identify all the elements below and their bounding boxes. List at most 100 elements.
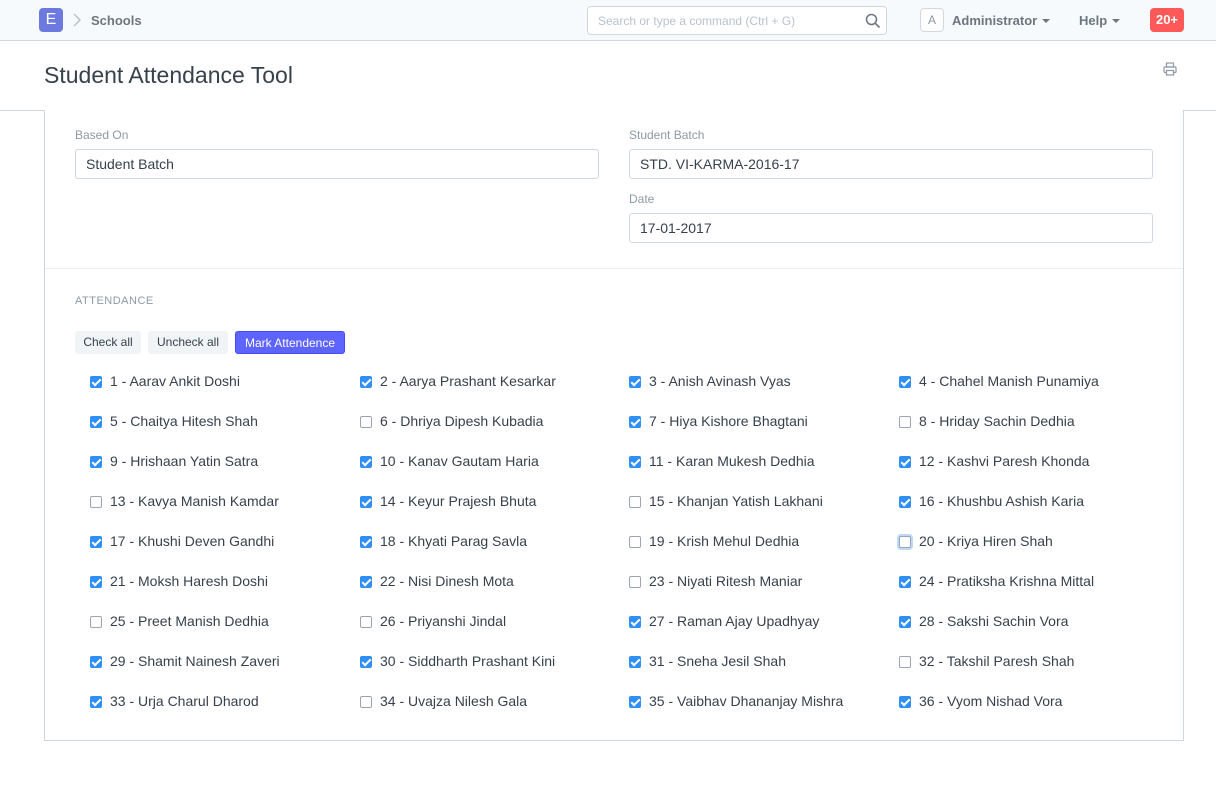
student-checkbox[interactable] bbox=[899, 536, 911, 548]
student-attendance-item[interactable]: 14 - Keyur Prajesh Bhuta bbox=[360, 482, 620, 522]
breadcrumb-schools[interactable]: Schools bbox=[91, 13, 142, 28]
student-attendance-item[interactable]: 7 - Hiya Kishore Bhagtani bbox=[629, 402, 889, 442]
student-attendance-item[interactable]: 16 - Khushbu Ashish Karia bbox=[899, 482, 1159, 522]
student-attendance-item[interactable]: 28 - Sakshi Sachin Vora bbox=[899, 602, 1159, 642]
student-checkbox[interactable] bbox=[629, 576, 641, 588]
student-checkbox[interactable] bbox=[360, 656, 372, 668]
student-checkbox[interactable] bbox=[90, 376, 102, 388]
student-attendance-item[interactable]: 23 - Niyati Ritesh Maniar bbox=[629, 562, 889, 602]
student-checkbox[interactable] bbox=[90, 576, 102, 588]
student-attendance-item[interactable]: 17 - Khushi Deven Gandhi bbox=[90, 522, 350, 562]
student-checkbox[interactable] bbox=[899, 696, 911, 708]
student-attendance-item[interactable]: 32 - Takshil Paresh Shah bbox=[899, 642, 1159, 682]
student-checkbox[interactable] bbox=[90, 656, 102, 668]
student-checkbox[interactable] bbox=[899, 616, 911, 628]
student-name: 14 - Keyur Prajesh Bhuta bbox=[380, 493, 537, 509]
student-attendance-item[interactable]: 11 - Karan Mukesh Dedhia bbox=[629, 442, 889, 482]
student-checkbox[interactable] bbox=[629, 376, 641, 388]
help-menu[interactable]: Help bbox=[1079, 13, 1121, 28]
mark-attendance-button[interactable]: Mark Attendence bbox=[235, 331, 345, 354]
student-checkbox[interactable] bbox=[629, 496, 641, 508]
student-name: 25 - Preet Manish Dedhia bbox=[110, 613, 269, 629]
notifications-badge[interactable]: 20+ bbox=[1150, 8, 1184, 32]
student-name: 3 - Anish Avinash Vyas bbox=[649, 373, 791, 389]
student-checkbox[interactable] bbox=[629, 696, 641, 708]
student-attendance-item[interactable]: 12 - Kashvi Paresh Khonda bbox=[899, 442, 1159, 482]
student-checkbox[interactable] bbox=[629, 616, 641, 628]
check-all-button[interactable]: Check all bbox=[75, 331, 141, 354]
student-name: 8 - Hriday Sachin Dedhia bbox=[919, 413, 1075, 429]
student-checkbox[interactable] bbox=[90, 696, 102, 708]
student-attendance-item[interactable]: 29 - Shamit Nainesh Zaveri bbox=[90, 642, 350, 682]
print-icon[interactable] bbox=[1163, 62, 1177, 76]
student-checkbox[interactable] bbox=[360, 416, 372, 428]
uncheck-all-button[interactable]: Uncheck all bbox=[148, 331, 228, 354]
student-name: 5 - Chaitya Hitesh Shah bbox=[110, 413, 258, 429]
student-attendance-item[interactable]: 31 - Sneha Jesil Shah bbox=[629, 642, 889, 682]
attendance-grid: 1 - Aarav Ankit Doshi 2 - Aarya Prashant … bbox=[90, 362, 1170, 722]
student-name: 35 - Vaibhav Dhananjay Mishra bbox=[649, 693, 844, 709]
student-attendance-item[interactable]: 9 - Hrishaan Yatin Satra bbox=[90, 442, 350, 482]
student-checkbox[interactable] bbox=[90, 456, 102, 468]
student-attendance-item[interactable]: 15 - Khanjan Yatish Lakhani bbox=[629, 482, 889, 522]
student-name: 34 - Uvajza Nilesh Gala bbox=[380, 693, 528, 709]
student-checkbox[interactable] bbox=[360, 456, 372, 468]
user-menu[interactable]: Administrator bbox=[952, 13, 1051, 28]
student-checkbox[interactable] bbox=[360, 696, 372, 708]
student-attendance-item[interactable]: 34 - Uvajza Nilesh Gala bbox=[360, 682, 620, 722]
student-name: 7 - Hiya Kishore Bhagtani bbox=[649, 413, 808, 429]
avatar[interactable]: A bbox=[920, 8, 944, 32]
student-attendance-item[interactable]: 25 - Preet Manish Dedhia bbox=[90, 602, 350, 642]
date-field[interactable]: 17-01-2017 bbox=[629, 213, 1153, 243]
student-checkbox[interactable] bbox=[899, 656, 911, 668]
based-on-field[interactable]: Student Batch bbox=[75, 149, 599, 179]
student-attendance-item[interactable]: 18 - Khyati Parag Savla bbox=[360, 522, 620, 562]
student-checkbox[interactable] bbox=[90, 616, 102, 628]
student-checkbox[interactable] bbox=[629, 656, 641, 668]
student-batch-field[interactable]: STD. VI-KARMA-2016-17 bbox=[629, 149, 1153, 179]
student-attendance-item[interactable]: 35 - Vaibhav Dhananjay Mishra bbox=[629, 682, 889, 722]
student-checkbox[interactable] bbox=[360, 536, 372, 548]
student-checkbox[interactable] bbox=[629, 456, 641, 468]
student-name: 6 - Dhriya Dipesh Kubadia bbox=[380, 413, 544, 429]
student-attendance-item[interactable]: 36 - Vyom Nishad Vora bbox=[899, 682, 1159, 722]
student-attendance-item[interactable]: 21 - Moksh Haresh Doshi bbox=[90, 562, 350, 602]
student-attendance-item[interactable]: 26 - Priyanshi Jindal bbox=[360, 602, 620, 642]
student-checkbox[interactable] bbox=[360, 616, 372, 628]
student-attendance-item[interactable]: 24 - Pratiksha Krishna Mittal bbox=[899, 562, 1159, 602]
student-checkbox[interactable] bbox=[629, 536, 641, 548]
student-checkbox[interactable] bbox=[629, 416, 641, 428]
student-checkbox[interactable] bbox=[360, 576, 372, 588]
student-attendance-item[interactable]: 4 - Chahel Manish Punamiya bbox=[899, 362, 1159, 402]
student-attendance-item[interactable]: 6 - Dhriya Dipesh Kubadia bbox=[360, 402, 620, 442]
student-name: 13 - Kavya Manish Kamdar bbox=[110, 493, 279, 509]
student-name: 22 - Nisi Dinesh Mota bbox=[380, 573, 514, 589]
student-checkbox[interactable] bbox=[899, 456, 911, 468]
student-attendance-item[interactable]: 3 - Anish Avinash Vyas bbox=[629, 362, 889, 402]
search-input[interactable]: Search or type a command (Ctrl + G) bbox=[587, 6, 887, 35]
student-attendance-item[interactable]: 2 - Aarya Prashant Kesarkar bbox=[360, 362, 620, 402]
student-checkbox[interactable] bbox=[90, 536, 102, 548]
student-attendance-item[interactable]: 1 - Aarav Ankit Doshi bbox=[90, 362, 350, 402]
student-attendance-item[interactable]: 10 - Kanav Gautam Haria bbox=[360, 442, 620, 482]
student-attendance-item[interactable]: 20 - Kriya Hiren Shah bbox=[899, 522, 1159, 562]
app-logo[interactable]: E bbox=[39, 8, 63, 32]
student-attendance-item[interactable]: 8 - Hriday Sachin Dedhia bbox=[899, 402, 1159, 442]
student-checkbox[interactable] bbox=[899, 496, 911, 508]
student-attendance-item[interactable]: 27 - Raman Ajay Upadhyay bbox=[629, 602, 889, 642]
student-checkbox[interactable] bbox=[360, 376, 372, 388]
student-attendance-item[interactable]: 30 - Siddharth Prashant Kini bbox=[360, 642, 620, 682]
student-attendance-item[interactable]: 22 - Nisi Dinesh Mota bbox=[360, 562, 620, 602]
student-checkbox[interactable] bbox=[899, 416, 911, 428]
student-checkbox[interactable] bbox=[90, 416, 102, 428]
student-checkbox[interactable] bbox=[899, 576, 911, 588]
student-attendance-item[interactable]: 19 - Krish Mehul Dedhia bbox=[629, 522, 889, 562]
student-attendance-item[interactable]: 33 - Urja Charul Dharod bbox=[90, 682, 350, 722]
student-attendance-item[interactable]: 5 - Chaitya Hitesh Shah bbox=[90, 402, 350, 442]
student-checkbox[interactable] bbox=[90, 496, 102, 508]
student-attendance-item[interactable]: 13 - Kavya Manish Kamdar bbox=[90, 482, 350, 522]
search-icon[interactable] bbox=[865, 13, 881, 29]
student-checkbox[interactable] bbox=[899, 376, 911, 388]
student-name: 20 - Kriya Hiren Shah bbox=[919, 533, 1053, 549]
student-checkbox[interactable] bbox=[360, 496, 372, 508]
